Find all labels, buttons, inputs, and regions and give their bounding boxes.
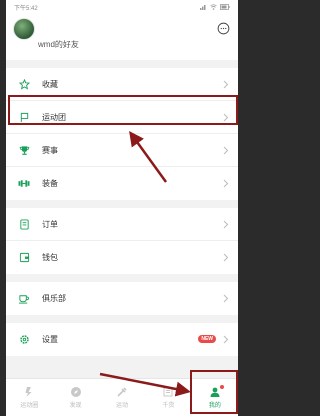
menu-label: 收藏 [42, 79, 58, 89]
chevron-right-icon [223, 146, 229, 155]
status-icons [200, 4, 230, 10]
menu-item-club[interactable]: 俱乐部 [6, 282, 238, 315]
battery-icon [220, 4, 230, 10]
trophy-icon [18, 144, 30, 156]
profile-header: wmd的好友 [6, 14, 238, 60]
tab-label: 运动圈 [20, 403, 39, 409]
dumbbell-icon [18, 178, 30, 190]
menu-group-2: 订单 钱包 [6, 208, 238, 274]
tab-label: 我的 [208, 403, 221, 409]
menu-label: 赛事 [42, 145, 58, 155]
chevron-right-icon [223, 335, 229, 344]
menu-item-equipment[interactable]: 装备 [6, 167, 238, 200]
menu-label: 设置 [42, 335, 58, 344]
status-time: 下午5:42 [14, 5, 38, 12]
tab-bar: 运动圈 发现 运动 千货 我的 [6, 378, 238, 416]
chat-icon[interactable] [217, 22, 230, 35]
gear-icon [18, 334, 30, 346]
menu-group-3: 俱乐部 [6, 282, 238, 315]
tab-label: 运动 [116, 403, 129, 409]
tab-feed[interactable]: 运动圈 [6, 379, 52, 416]
tab-articles[interactable]: 千货 [145, 379, 191, 416]
cup-icon [18, 293, 30, 305]
menu-label: 运动团 [42, 112, 66, 122]
chevron-right-icon [223, 220, 229, 229]
screen: 下午5:42 wmd的好友 收藏 运动团 赛事 装备 订单 钱包 俱乐部 设置 … [6, 0, 238, 416]
chevron-right-icon [223, 253, 229, 262]
menu-item-wallet[interactable]: 钱包 [6, 241, 238, 274]
star-icon [18, 78, 30, 90]
menu-label: 装备 [42, 179, 58, 188]
menu-item-orders[interactable]: 订单 [6, 208, 238, 241]
notification-dot [219, 385, 224, 389]
tab-discover[interactable]: 发现 [52, 379, 98, 416]
chevron-right-icon [223, 113, 229, 122]
status-bar: 下午5:42 [6, 0, 238, 14]
order-icon [18, 218, 30, 230]
new-badge: NEW [198, 335, 216, 343]
avatar[interactable] [13, 18, 35, 40]
person-icon [210, 387, 220, 397]
menu-label: 钱包 [42, 253, 58, 262]
flag-icon [18, 111, 30, 123]
compass-icon [70, 387, 81, 397]
menu-item-sport-group[interactable]: 运动团 [6, 101, 238, 134]
menu-label: 订单 [42, 219, 58, 229]
wifi-icon [210, 4, 217, 10]
menu-item-settings[interactable]: 设置 NEW [6, 323, 238, 356]
wallet-icon [18, 252, 30, 264]
tab-sport[interactable]: 运动 [99, 379, 145, 416]
tab-mine[interactable]: 我的 [192, 379, 238, 416]
menu-item-events[interactable]: 赛事 [6, 134, 238, 167]
chevron-right-icon [223, 80, 229, 89]
tab-label: 发现 [69, 403, 82, 409]
menu-item-favorites[interactable]: 收藏 [6, 68, 238, 101]
username[interactable]: wmd的好友 [38, 40, 118, 50]
feed-icon [25, 387, 32, 397]
sport-icon [117, 387, 127, 397]
article-icon [163, 387, 173, 397]
menu-group-1: 收藏 运动团 赛事 装备 [6, 68, 238, 200]
signal-icon [200, 5, 206, 10]
menu-label: 俱乐部 [42, 294, 66, 303]
chevron-right-icon [223, 179, 229, 188]
chevron-right-icon [223, 294, 229, 303]
menu-group-4: 设置 NEW [6, 323, 238, 356]
tab-label: 千货 [162, 403, 175, 409]
